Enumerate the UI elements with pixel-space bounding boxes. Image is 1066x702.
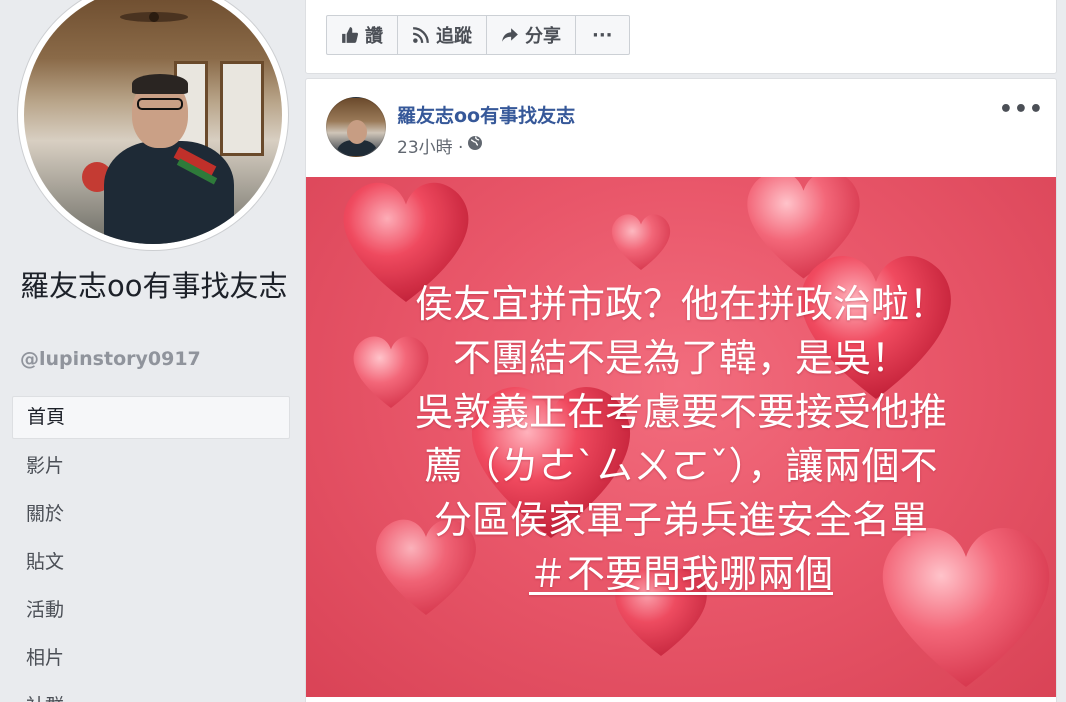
post-text-line: 吳敦義正在考慮要不要接受他推 xyxy=(414,390,947,434)
profile-picture[interactable] xyxy=(18,0,288,250)
post-text-line: 不團結不是為了韓，是吳！ xyxy=(452,336,909,380)
glasses xyxy=(137,98,183,110)
post-card: 羅友志oo有事找友志 23小時 · ••• 侯友宜拼市政？他在拼政治啦！ 不團結… xyxy=(305,78,1057,702)
sidebar-item-community[interactable]: 社群 xyxy=(12,684,290,702)
share-label: 分享 xyxy=(525,26,561,47)
post-text-line: 薦（ㄌㄜˋㄙㄨㄛˇ），讓兩個不 xyxy=(424,444,938,488)
share-arrow-icon xyxy=(501,26,519,44)
sidebar-item-photos[interactable]: 相片 xyxy=(12,636,290,684)
more-actions-button[interactable]: ··· xyxy=(576,16,629,54)
rss-icon xyxy=(412,26,430,44)
person-hair xyxy=(132,74,188,94)
post-image[interactable]: 侯友宜拼市政？他在拼政治啦！ 不團結不是為了韓，是吳！ 吳敦義正在考慮要不要接受… xyxy=(306,177,1056,697)
avatar-face xyxy=(347,120,367,144)
post-author-name[interactable]: 羅友志oo有事找友志 xyxy=(397,101,575,128)
post-meta: 23小時 · xyxy=(397,133,483,158)
post-text-line: 侯友宜拼市政？他在拼政治啦！ xyxy=(414,282,947,326)
post-hashtag: ＃不要問我哪兩個 xyxy=(528,552,833,596)
ceiling-fan xyxy=(120,12,188,22)
person-body xyxy=(104,141,234,244)
profile-photo xyxy=(24,0,282,244)
profile-name[interactable]: 羅友志oo有事找友志 xyxy=(20,268,288,304)
globe-icon[interactable] xyxy=(467,135,483,156)
post-author-avatar[interactable] xyxy=(326,97,386,157)
share-button[interactable]: 分享 xyxy=(487,16,576,54)
follow-label: 追蹤 xyxy=(436,26,472,47)
post-text-line: 分區侯家軍子弟兵進安全名單 xyxy=(433,498,928,542)
page-actions-card: 讚 追蹤 分享 ··· xyxy=(305,0,1057,74)
post-options-button[interactable]: ••• xyxy=(999,97,1044,122)
follow-button[interactable]: 追蹤 xyxy=(398,16,487,54)
like-button[interactable]: 讚 xyxy=(327,16,398,54)
sidebar-item-videos[interactable]: 影片 xyxy=(12,444,290,492)
sidebar-item-home[interactable]: 首頁 xyxy=(12,396,290,439)
thumbs-up-icon xyxy=(341,26,359,44)
like-label: 讚 xyxy=(365,26,383,47)
window xyxy=(220,61,264,156)
profile-handle[interactable]: @lupinstory0917 xyxy=(20,348,201,370)
post-timestamp[interactable]: 23小時 · xyxy=(397,133,463,158)
sidebar-item-events[interactable]: 活動 xyxy=(12,588,290,636)
sidebar-item-posts[interactable]: 貼文 xyxy=(12,540,290,588)
sidebar-nav: 首頁 影片 關於 貼文 活動 相片 社群 xyxy=(12,396,290,702)
sidebar-item-about[interactable]: 關於 xyxy=(12,492,290,540)
heart-shape xyxy=(611,214,671,270)
page-action-bar: 讚 追蹤 分享 ··· xyxy=(326,15,630,55)
post-image-text: 侯友宜拼市政？他在拼政治啦！ 不團結不是為了韓，是吳！ 吳敦義正在考慮要不要接受… xyxy=(336,277,1026,601)
